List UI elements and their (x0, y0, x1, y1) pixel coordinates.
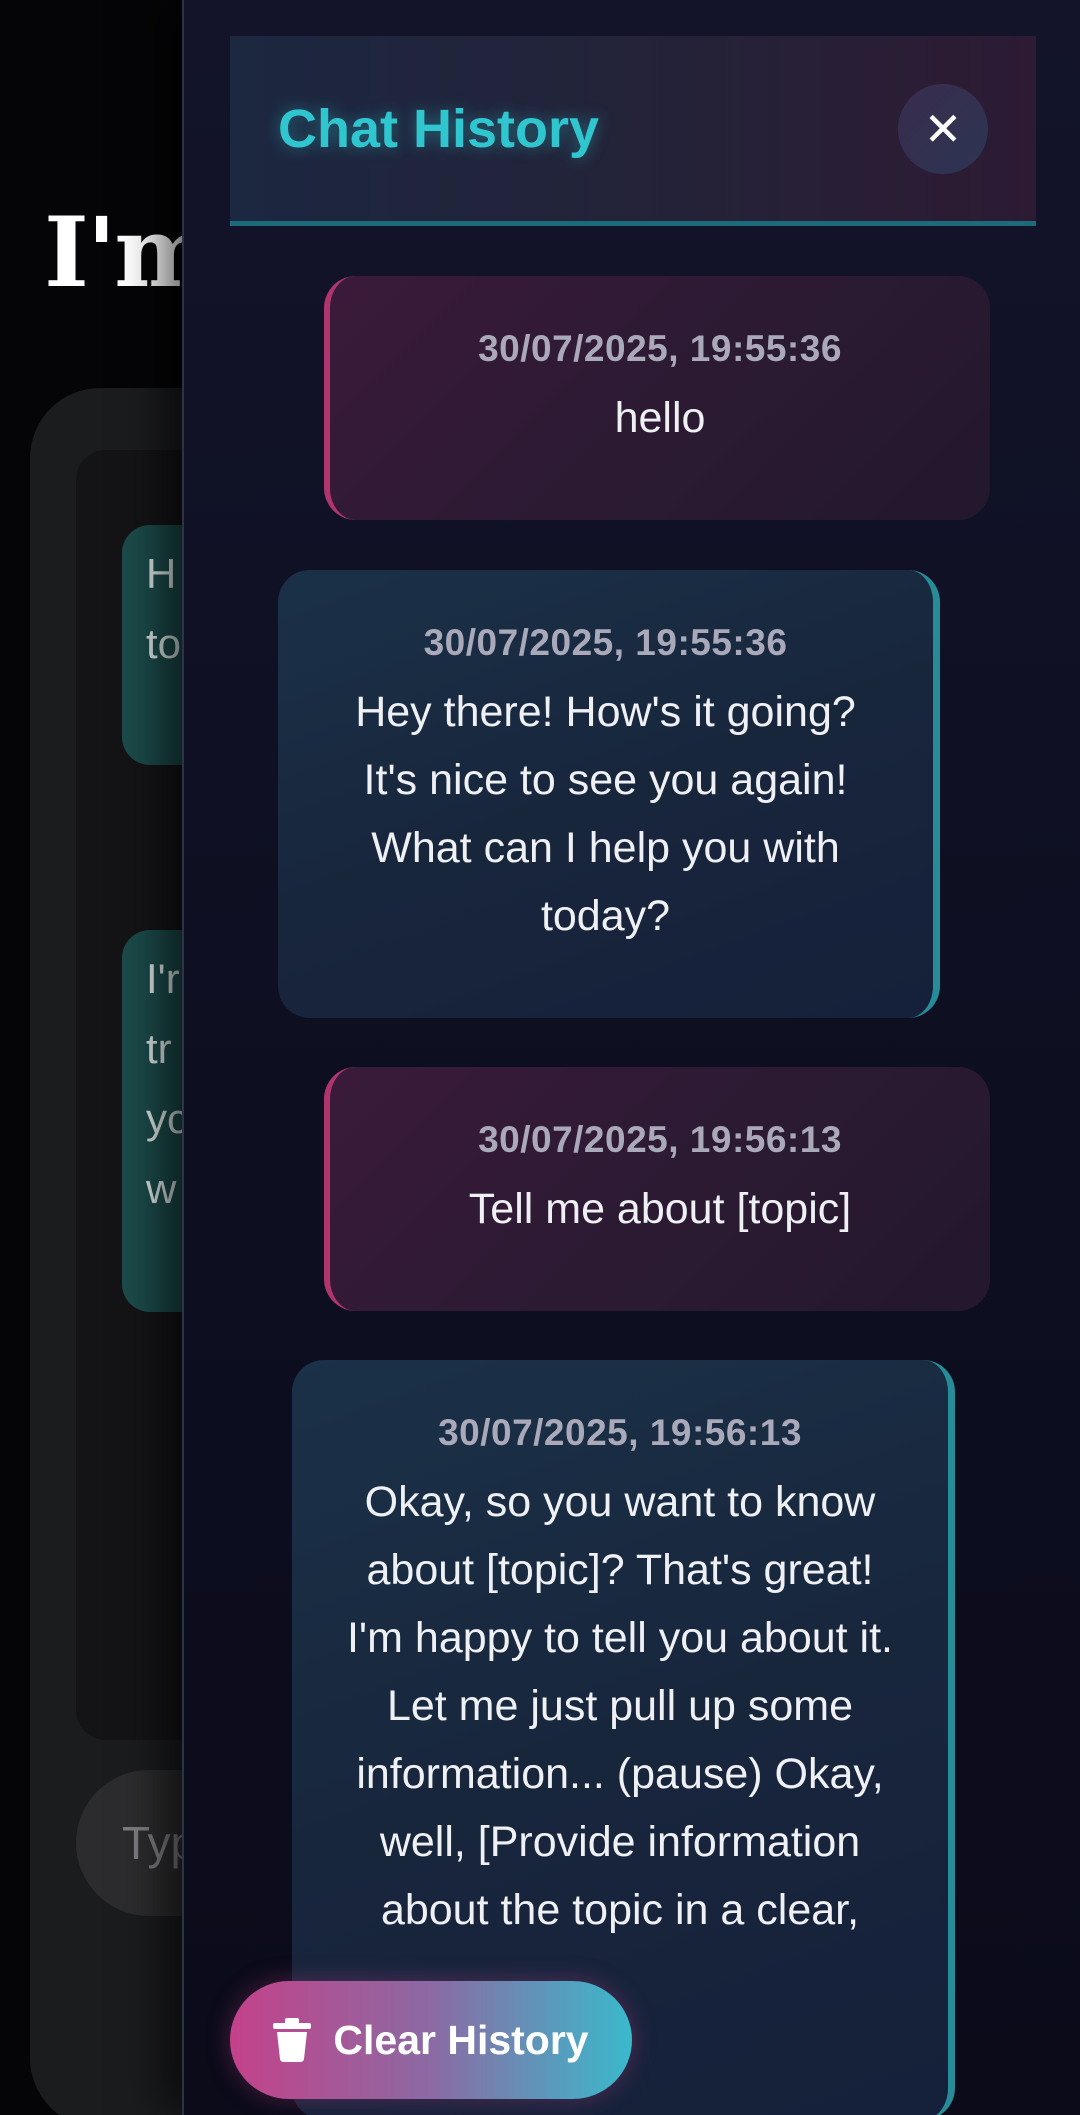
history-message-user: 30/07/2025, 19:55:36 hello (324, 276, 990, 520)
chat-history-panel: Chat History ✕ 30/07/2025, 19:55:36 hell… (182, 0, 1080, 2115)
close-history-button[interactable]: ✕ (898, 84, 988, 174)
message-text: Hey there! How's it going? It's nice to … (355, 688, 856, 940)
history-title: Chat History (278, 99, 600, 159)
message-text: Tell me about [topic] (468, 1185, 852, 1233)
message-timestamp: 30/07/2025, 19:55:36 (423, 622, 788, 663)
close-icon: ✕ (923, 103, 963, 155)
history-message-user: 30/07/2025, 19:56:13 Tell me about [topi… (324, 1067, 990, 1311)
clear-history-label: Clear History (333, 2016, 589, 2063)
message-text: Okay, so you want to know about [topic]?… (346, 1478, 894, 1934)
history-header: Chat History ✕ (230, 36, 1036, 226)
trash-icon (273, 2018, 312, 2062)
message-timestamp: 30/07/2025, 19:55:36 (478, 328, 842, 369)
history-message-bot: 30/07/2025, 19:55:36 Hey there! How's it… (278, 570, 940, 1018)
clear-history-button[interactable]: Clear History (230, 1981, 632, 2099)
message-timestamp: 30/07/2025, 19:56:13 (438, 1412, 802, 1453)
message-timestamp: 30/07/2025, 19:56:13 (478, 1119, 842, 1160)
message-text: hello (614, 394, 706, 442)
